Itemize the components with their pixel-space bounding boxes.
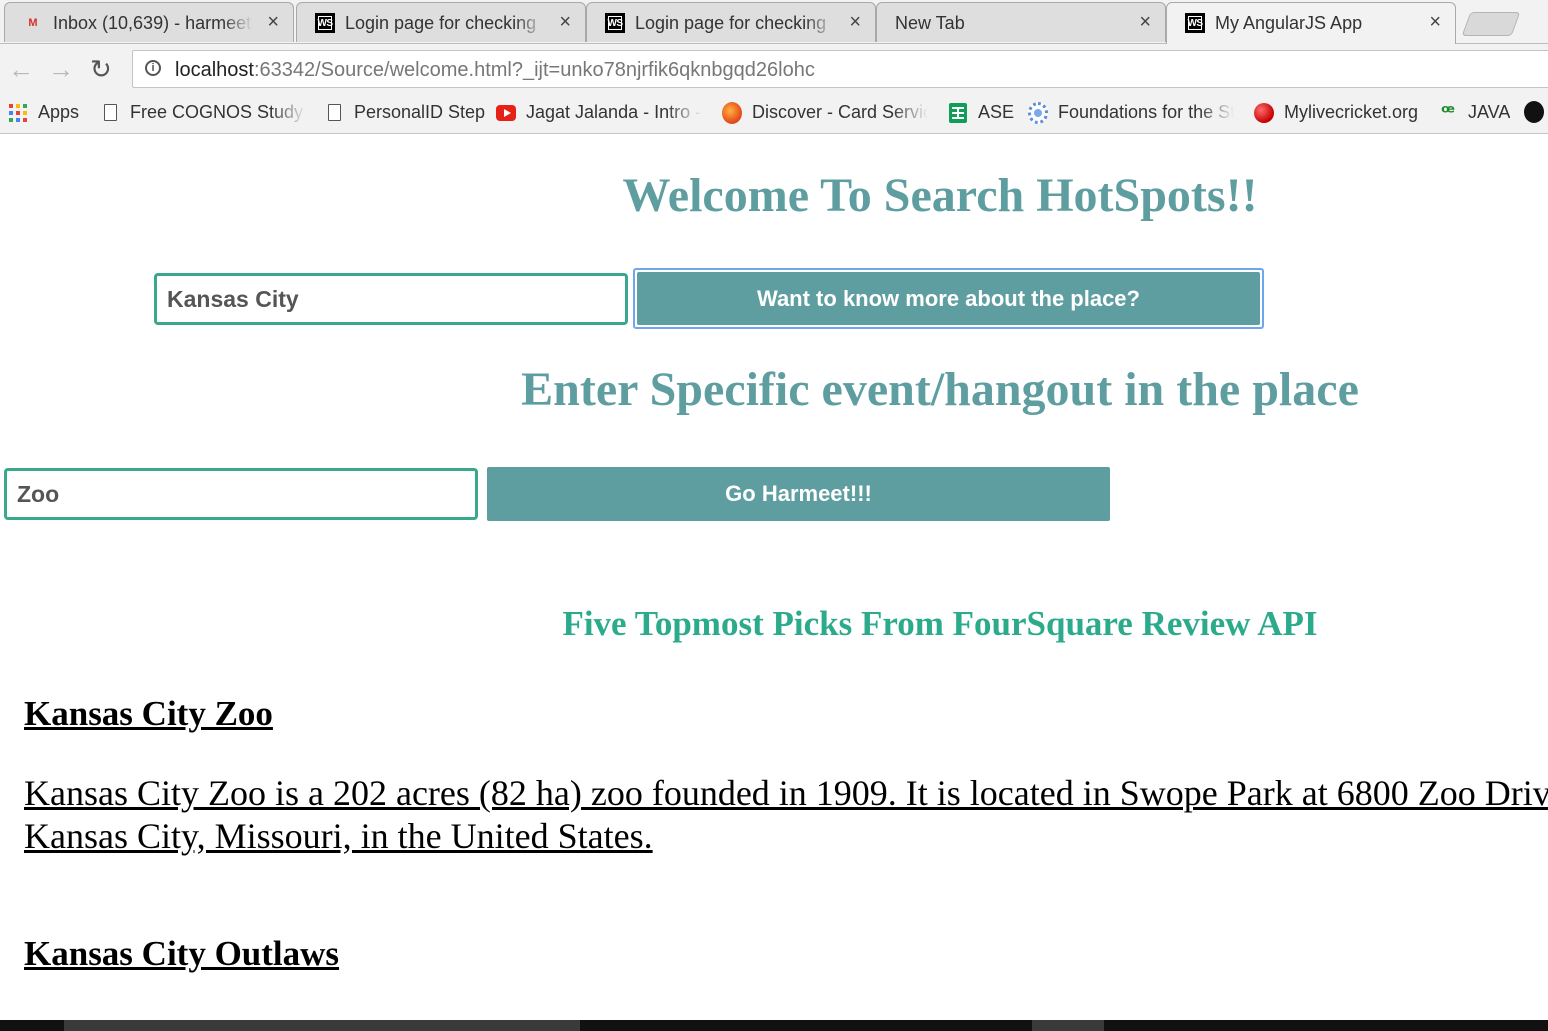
bookmark-apps[interactable]: Apps [8,102,79,123]
back-arrow-icon[interactable]: ← [8,56,34,82]
result-description[interactable]: Kansas City Zoo is a 202 acres (82 ha) z… [24,772,1548,858]
place-search-input[interactable] [154,273,628,325]
picks-heading: Five Topmost Picks From FourSquare Revie… [562,604,1318,643]
bookmark-free-cognos[interactable]: Free COGNOS Study C [100,102,306,123]
browser-toolbar: ← → ↻ i localhost:63342/Source/welcome.h… [0,44,1548,94]
result-title[interactable]: Kansas City Zoo [24,694,273,734]
close-icon[interactable]: × [849,11,861,34]
bookmark-java[interactable]: ꟹ JAVA [1438,102,1510,124]
tab-login-page-1[interactable]: WS Login page for checking × [296,2,586,42]
taskbar-item[interactable] [64,1020,580,1031]
place-info-button[interactable]: Want to know more about the place? [637,272,1260,325]
new-tab-button[interactable] [1461,12,1521,36]
gmail-icon: M [28,17,38,29]
tab-title: Login page for checking [345,13,537,33]
reload-icon[interactable]: ↻ [90,56,112,82]
tab-my-angularjs-app[interactable]: WS My AngularJS App × [1166,2,1456,44]
webstorm-icon: WS [605,13,625,33]
taskbar [0,1020,1548,1031]
close-icon[interactable]: × [559,11,571,34]
page-icon [324,103,344,123]
tab-login-page-2[interactable]: WS Login page for checking × [586,2,876,42]
bookmark-ase[interactable]: ASE [948,102,1014,123]
tab-new-tab[interactable]: New Tab × [876,2,1166,42]
forward-arrow-icon[interactable]: → [48,56,74,82]
address-url[interactable]: localhost:63342/Source/welcome.html?_ijt… [175,59,815,82]
event-heading: Enter Specific event/hangout in the plac… [521,363,1359,416]
event-search-input[interactable] [4,468,478,520]
tab-title: Inbox (10,639) - harmeet [53,13,252,33]
bookmarks-bar: Apps Free COGNOS Study C PersonalID Step… [0,94,1548,134]
close-icon[interactable]: × [267,11,279,34]
close-icon[interactable]: × [1429,11,1441,34]
webstorm-icon: WS [315,13,335,33]
youtube-icon [496,103,516,123]
tab-inbox[interactable]: M Inbox (10,639) - harmeet × [4,2,294,42]
result-title[interactable]: Kansas City Outlaws [24,934,339,974]
gear-icon [1028,101,1048,124]
bookmark-jagat-jalanda[interactable]: Jagat Jalanda - Intro - [496,102,702,123]
tab-strip: M Inbox (10,639) - harmeet × WS Login pa… [0,0,1548,44]
bookmark-personalid-step[interactable]: PersonalID Step [324,102,485,123]
url-host: localhost [175,59,254,81]
tab-title: Login page for checking [635,13,827,33]
firefox-icon [722,101,742,124]
tab-title: My AngularJS App [1215,13,1363,33]
bookmark-discover[interactable]: Discover - Card Servic [722,101,928,124]
address-bar[interactable]: i localhost:63342/Source/welcome.html?_i… [132,50,1548,88]
bookmark-foundations[interactable]: Foundations for the St [1028,101,1234,124]
tab-title: New Tab [895,13,965,33]
page-icon [100,103,120,123]
cricket-ball-icon [1254,102,1274,123]
welcome-heading: Welcome To Search HotSpots!! [622,169,1258,222]
bookmark-mylivecricket[interactable]: Mylivecricket.org [1254,102,1418,123]
url-path: :63342/Source/welcome.html?_ijt=unko78nj… [253,59,815,81]
page-content: Welcome To Search HotSpots!! Want to kno… [0,134,1548,1031]
bookmark-github[interactable] [1524,101,1548,123]
webstorm-icon: WS [1185,13,1205,33]
apps-grid-icon [8,103,28,123]
sheets-icon [948,102,968,123]
go-button[interactable]: Go Harmeet!!! [487,467,1110,521]
github-icon [1524,101,1544,123]
info-icon[interactable]: i [145,60,161,76]
java-icon: ꟹ [1441,102,1455,124]
close-icon[interactable]: × [1139,11,1151,34]
taskbar-item[interactable] [1032,1020,1104,1031]
